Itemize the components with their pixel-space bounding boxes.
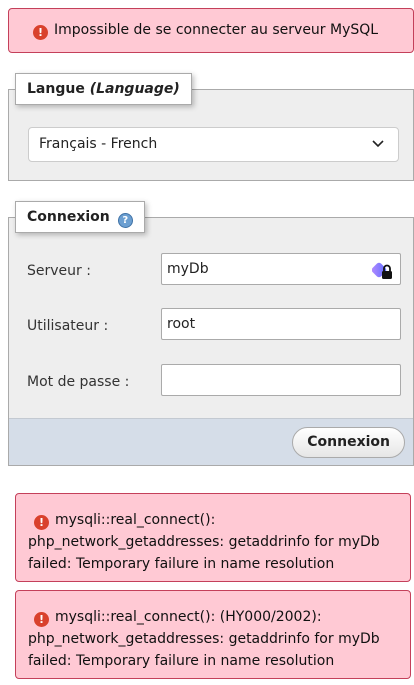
server-label: Serveur : bbox=[27, 263, 91, 279]
error-message-text: mysqli::real_connect(): php_network_geta… bbox=[28, 512, 380, 572]
user-input-value: root bbox=[167, 316, 196, 332]
login-panel: Connexion? Serveur : myDb Utilisateur : … bbox=[8, 201, 414, 466]
language-selected-value: Français - French bbox=[39, 136, 158, 152]
chevron-down-icon bbox=[372, 140, 384, 148]
password-manager-lock-icon[interactable] bbox=[372, 259, 394, 281]
help-icon[interactable]: ? bbox=[117, 213, 133, 228]
error-icon: ! bbox=[34, 515, 49, 530]
top-error-message: Impossible de se connecter au serveur My… bbox=[54, 22, 379, 38]
top-error-banner: ! Impossible de se connecter au serveur M… bbox=[8, 8, 414, 53]
error-message-1: ! mysqli::real_connect(): php_network_get… bbox=[15, 493, 411, 582]
error-icon: ! bbox=[34, 612, 49, 627]
login-footer: Connexion bbox=[9, 418, 413, 465]
user-input[interactable]: root bbox=[161, 308, 401, 340]
error-message-2: ! mysqli::real_connect(): (HY000/2002): p… bbox=[15, 590, 411, 679]
server-input-value: myDb bbox=[167, 261, 209, 277]
user-label: Utilisateur : bbox=[27, 318, 109, 334]
connect-button[interactable]: Connexion bbox=[292, 427, 405, 458]
login-legend: Connexion? bbox=[15, 201, 145, 233]
language-select[interactable]: Français - French bbox=[28, 127, 399, 162]
language-legend: Langue (Language) bbox=[15, 73, 192, 105]
server-input[interactable]: myDb bbox=[161, 253, 401, 285]
language-panel: Langue (Language) Français - French bbox=[8, 73, 414, 181]
error-message-text: mysqli::real_connect(): (HY000/2002): ph… bbox=[28, 609, 380, 669]
password-input[interactable] bbox=[161, 364, 401, 396]
error-icon: ! bbox=[33, 25, 48, 40]
password-label: Mot de passe : bbox=[27, 374, 130, 390]
